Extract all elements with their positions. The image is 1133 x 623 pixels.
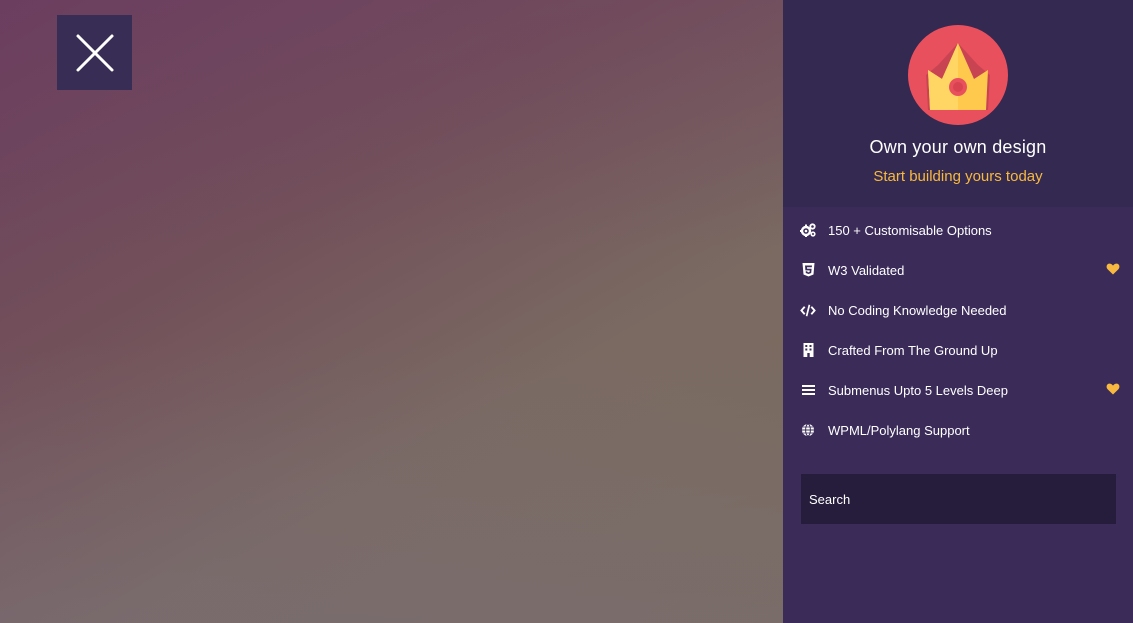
feature-label: No Coding Knowledge Needed xyxy=(828,302,1007,318)
menu-icon xyxy=(800,382,816,398)
logo xyxy=(908,25,1008,125)
feature-item-no-coding[interactable]: No Coding Knowledge Needed xyxy=(783,290,1133,330)
feature-item-wpml[interactable]: WPML/Polylang Support xyxy=(783,410,1133,450)
feature-item-submenus[interactable]: Submenus Upto 5 Levels Deep xyxy=(783,370,1133,410)
feature-item-options[interactable]: 150 + Customisable Options xyxy=(783,210,1133,250)
overlay-backdrop[interactable] xyxy=(0,0,783,623)
feature-item-w3-validated[interactable]: W3 Validated xyxy=(783,250,1133,290)
heart-icon xyxy=(1106,383,1120,395)
code-icon xyxy=(800,302,816,318)
panel-title: Own your own design xyxy=(869,137,1047,157)
search-input[interactable] xyxy=(801,474,1116,524)
close-button[interactable] xyxy=(57,15,132,90)
css3-icon xyxy=(800,262,816,278)
feature-list: 150 + Customisable Options W3 Validated xyxy=(783,210,1133,450)
gears-icon xyxy=(800,222,816,238)
feature-label: W3 Validated xyxy=(828,262,905,278)
heart-icon xyxy=(1106,263,1120,275)
side-panel: Own your own design Start building yours… xyxy=(783,0,1133,623)
crown-icon xyxy=(926,43,990,110)
panel-subtitle: Start building yours today xyxy=(873,168,1043,185)
close-icon xyxy=(76,34,113,71)
feature-label: 150 + Customisable Options xyxy=(828,222,992,238)
panel-header: Own your own design Start building yours… xyxy=(783,0,1133,207)
feature-item-crafted[interactable]: Crafted From The Ground Up xyxy=(783,330,1133,370)
building-icon xyxy=(800,342,816,358)
feature-label: WPML/Polylang Support xyxy=(828,422,970,438)
feature-label: Submenus Upto 5 Levels Deep xyxy=(828,382,1008,398)
page: Own your own design Start building yours… xyxy=(0,0,1133,623)
feature-label: Crafted From The Ground Up xyxy=(828,342,998,358)
globe-icon xyxy=(800,422,816,438)
